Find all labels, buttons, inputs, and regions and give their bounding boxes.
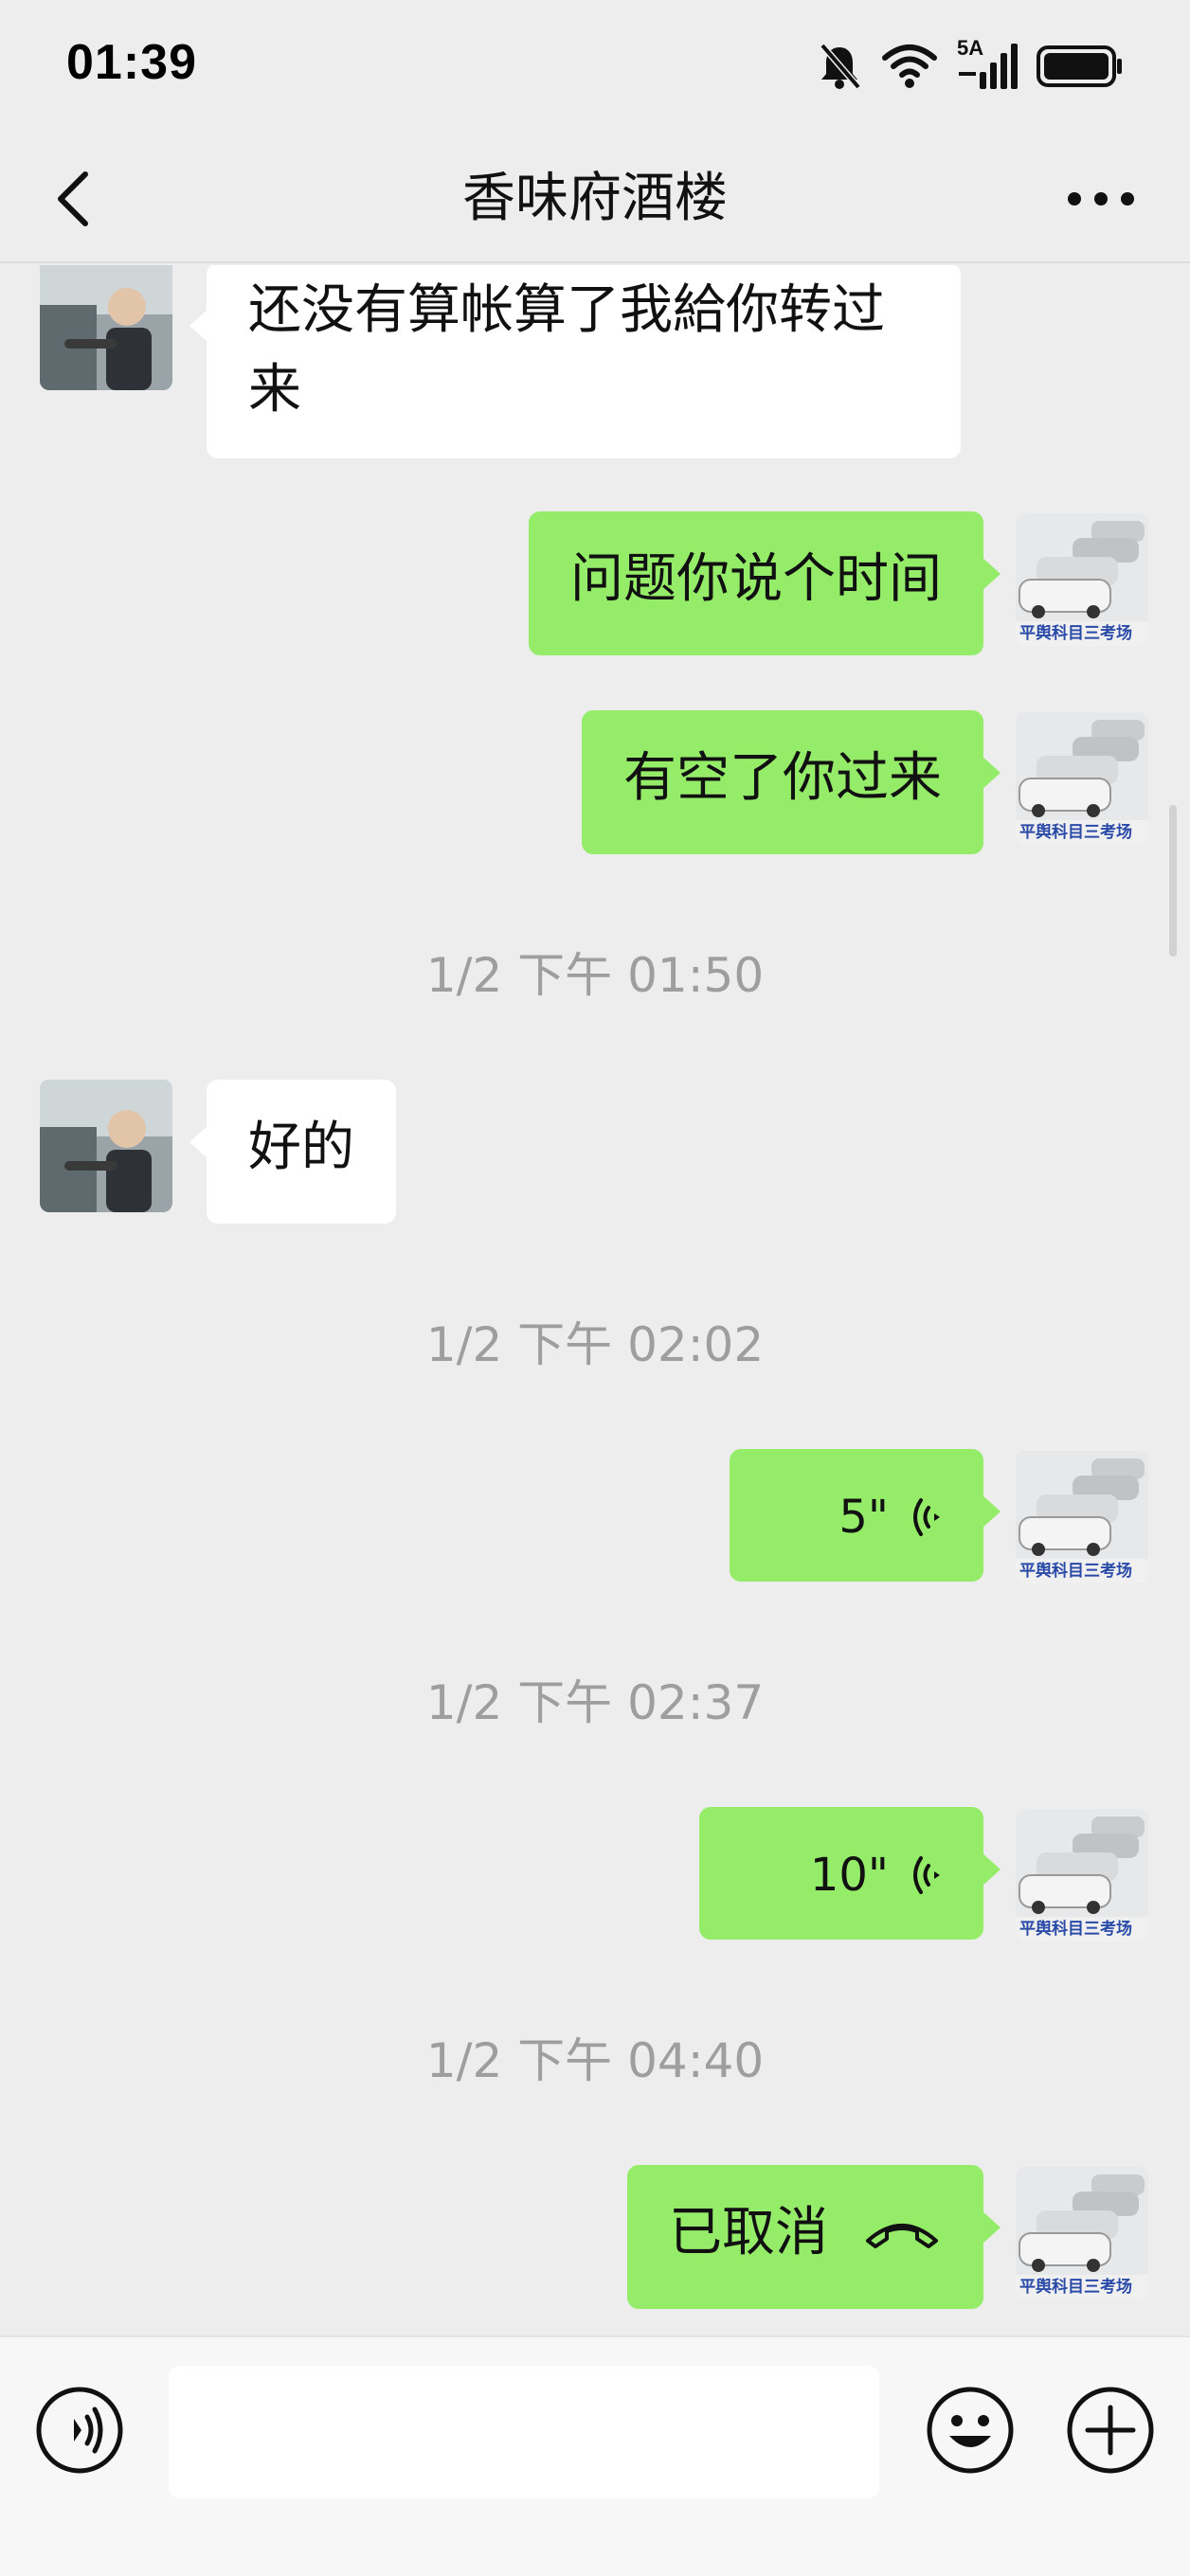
status-time: 01:39: [66, 35, 197, 90]
avatar-caption: 平舆科目三考场: [1019, 1919, 1132, 1939]
chat-title: 香味府酒楼: [462, 168, 728, 229]
avatar-caption: 平舆科目三考场: [1019, 2277, 1132, 2297]
status-bar: 01:39 5A: [0, 0, 1190, 133]
avatar-caption: 平舆科目三考场: [1019, 623, 1132, 643]
plus-icon: [1067, 2387, 1154, 2474]
message-input[interactable]: [169, 2366, 879, 2498]
message-timestamp: 1/2 下午 04:40: [425, 2033, 765, 2088]
avatar-caption: 平舆科目三考场: [1019, 1561, 1132, 1581]
signal-icon: 5A: [957, 36, 1018, 93]
more-button[interactable]: [1065, 170, 1137, 227]
status-icons: 5A: [817, 36, 1124, 95]
avatar-caption: 平舆科目三考场: [1019, 822, 1132, 842]
voice-mode-button[interactable]: [34, 2385, 125, 2476]
message-text: 有空了你过来: [623, 747, 942, 809]
call-record-bubble[interactable]: 已取消: [627, 2165, 1001, 2309]
more-dots-icon: [1068, 192, 1134, 206]
voice-message-bubble[interactable]: 10": [699, 1807, 1001, 1940]
message-timestamp: 1/2 下午 01:50: [425, 948, 765, 1003]
emoji-button[interactable]: [925, 2385, 1016, 2476]
message-list[interactable]: 还没有算帐算了我給你转过 来 问题你说个时间 平舆科目三考场 有空了你过来 平舆…: [0, 265, 1190, 2335]
message-bubble-outgoing[interactable]: 有空了你过来: [582, 710, 1001, 854]
input-bar: [0, 2335, 1190, 2576]
message-bubble-incoming[interactable]: 还没有算帐算了我給你转过 来: [189, 265, 961, 458]
voice-mode-icon: [36, 2387, 123, 2474]
emoji-icon: [927, 2387, 1014, 2474]
message-text: 好的: [248, 1117, 354, 1178]
message-text: 问题你说个时间: [570, 548, 942, 610]
contact-avatar[interactable]: [40, 265, 172, 390]
voice-message-bubble[interactable]: 5": [730, 1449, 1001, 1582]
scrollbar[interactable]: [1169, 805, 1177, 957]
more-functions-button[interactable]: [1065, 2385, 1156, 2476]
voice-wave-icon: [913, 1498, 940, 1536]
mute-bell-icon: [817, 42, 862, 91]
message-timestamp: 1/2 下午 02:37: [425, 1675, 765, 1730]
contact-avatar[interactable]: [40, 1080, 172, 1212]
my-avatar[interactable]: 平舆科目三考场: [1016, 513, 1148, 646]
my-avatar[interactable]: 平舆科目三考场: [1016, 2167, 1148, 2299]
my-avatar[interactable]: 平舆科目三考场: [1016, 712, 1148, 845]
message-timestamp: 1/2 下午 02:02: [425, 1317, 765, 1372]
message-bubble-incoming[interactable]: 好的: [189, 1080, 396, 1224]
call-status-text: 已取消: [669, 2202, 828, 2263]
voice-duration: 10": [809, 1849, 889, 1902]
voice-wave-icon: [913, 1856, 940, 1894]
message-text: 还没有算帐算了我給你转过 来: [248, 279, 885, 420]
voice-duration: 5": [838, 1491, 889, 1544]
battery-icon: [1037, 45, 1124, 88]
my-avatar[interactable]: 平舆科目三考场: [1016, 1809, 1148, 1941]
my-avatar[interactable]: 平舆科目三考场: [1016, 1451, 1148, 1583]
message-bubble-outgoing[interactable]: 问题你说个时间: [529, 511, 1001, 655]
wifi-icon: [881, 43, 938, 90]
nav-bar: 香味府酒楼: [0, 133, 1190, 263]
phone-hangup-icon: [866, 2224, 938, 2248]
